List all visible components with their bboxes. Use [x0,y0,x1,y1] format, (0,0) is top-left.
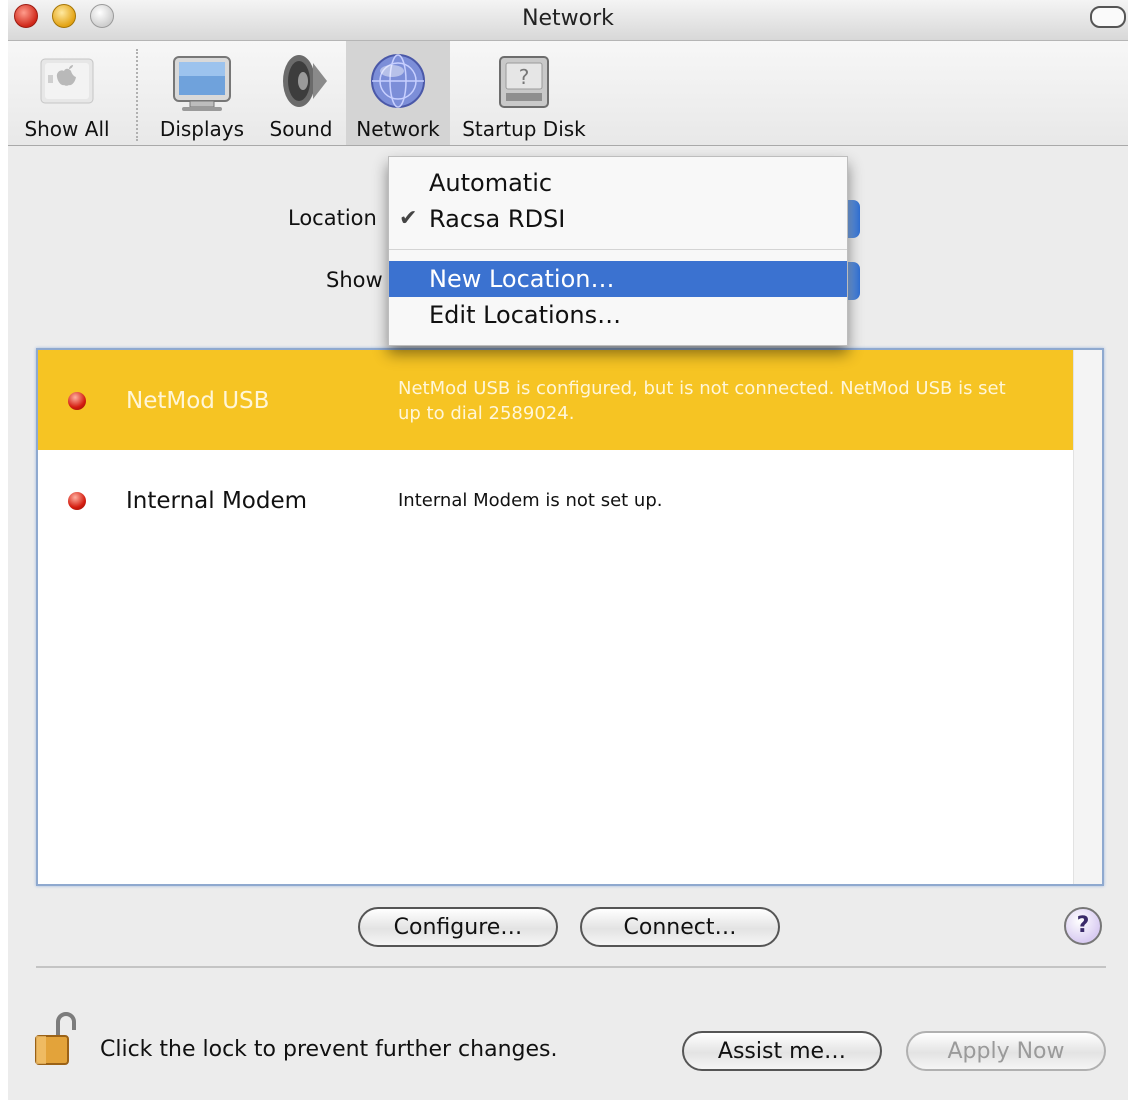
menu-item-label: Automatic [429,169,553,197]
toolbar-item-displays[interactable]: Displays [154,41,250,145]
location-dropdown-menu: Automatic ✔ Racsa RDSI New Location… Edi… [388,156,848,346]
section-divider [36,966,1106,968]
toolbar-separator [136,49,138,141]
toolbar-item-sound[interactable]: Sound [260,41,342,145]
help-button[interactable]: ? [1064,907,1102,945]
toolbar-toggle-button[interactable] [1090,6,1126,28]
preferences-toolbar: Show All Displays Sound Network ? Startu… [8,41,1128,146]
port-row-netmod-usb[interactable]: NetMod USB NetMod USB is configured, but… [38,350,1074,450]
menu-item-label: Edit Locations… [429,301,622,329]
display-monitor-icon [173,56,231,111]
toolbar-item-label: Displays [159,117,245,141]
menu-separator [389,249,847,250]
lock-message: Click the lock to prevent further change… [100,1037,558,1062]
port-row-internal-modem[interactable]: Internal Modem Internal Modem is not set… [38,450,1074,550]
startup-disk-icon: ? [499,56,549,108]
port-name: Internal Modem [126,488,308,514]
show-all-icon [40,58,94,104]
network-port-list[interactable]: NetMod USB NetMod USB is configured, but… [36,348,1104,886]
checkmark-icon: ✔ [399,206,418,231]
show-label: Show [326,268,383,292]
title-bar: Network [8,0,1128,41]
toolbar-item-label: Startup Disk [462,117,586,141]
port-description: Internal Modem is not set up. [398,490,663,511]
toolbar-item-startup-disk[interactable]: ? Startup Disk [454,41,594,145]
menu-item-racsa-rdsi[interactable]: ✔ Racsa RDSI [389,201,847,237]
network-preferences-window: Network Show All Displays Sound Network … [8,0,1128,1100]
status-red-dot-icon [68,492,86,510]
svg-text:?: ? [519,65,530,89]
menu-item-automatic[interactable]: Automatic [389,165,847,201]
toolbar-item-label: Show All [24,117,110,141]
apply-now-button[interactable]: Apply Now [906,1031,1106,1071]
speaker-icon [283,55,327,107]
toolbar-item-label: Sound [269,117,333,141]
list-scrollbar[interactable] [1073,350,1102,884]
status-red-dot-icon [68,392,86,410]
toolbar-item-network[interactable]: Network [346,41,450,145]
menu-item-new-location[interactable]: New Location… [389,261,847,297]
configure-button[interactable]: Configure… [358,907,558,947]
location-label: Location [288,206,377,230]
lock-icon[interactable] [34,1010,82,1068]
menu-item-edit-locations[interactable]: Edit Locations… [389,297,847,333]
port-name: NetMod USB [126,388,270,414]
connect-button[interactable]: Connect… [580,907,780,947]
menu-item-label: New Location… [429,265,615,293]
toolbar-item-show-all[interactable]: Show All [8,41,126,145]
assist-me-button[interactable]: Assist me… [682,1031,882,1071]
toolbar-item-label: Network [356,117,440,141]
port-description: NetMod USB is configured, but is not con… [398,378,1006,424]
window-title: Network [522,6,614,31]
menu-item-label: Racsa RDSI [429,205,566,233]
network-globe-icon [371,54,425,108]
